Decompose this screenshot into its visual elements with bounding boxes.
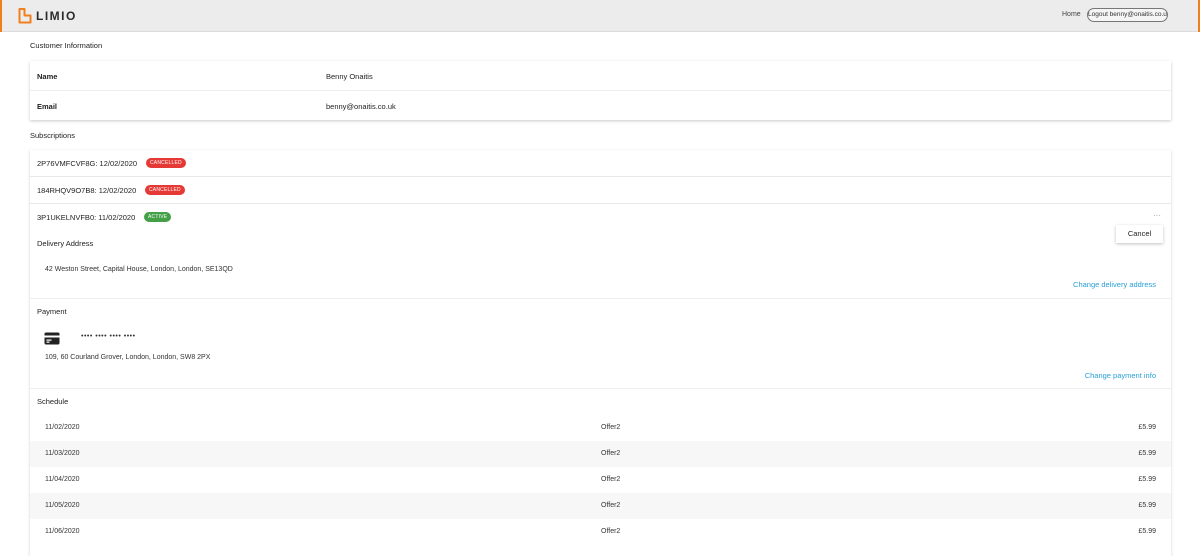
credit-card-icon <box>44 332 60 345</box>
subscription-id: 3P1UKELNVFB0: 11/02/2020 <box>37 213 136 222</box>
masked-card-number: •••• •••• •••• •••• <box>81 333 136 340</box>
schedule-offer: Offer2 <box>601 424 621 431</box>
customer-email-row: Email benny@onaitis.co.uk <box>30 91 1171 121</box>
status-badge-active: ACTIVE <box>144 212 172 222</box>
top-navigation-bar: LIMIO Home Logout benny@onaitis.co.uk <box>0 0 1200 32</box>
schedule-row: 11/04/2020 Offer2 £5.99 <box>30 467 1171 493</box>
cancel-subscription-button[interactable]: Cancel <box>1116 225 1163 243</box>
schedule-row: 11/05/2020 Offer2 £5.99 <box>30 493 1171 519</box>
schedule-offer: Offer2 <box>601 502 621 509</box>
schedule-offer: Offer2 <box>601 528 621 535</box>
schedule-date: 11/05/2020 <box>45 502 80 509</box>
subscription-row[interactable]: 2P76VMFCVF8G: 12/02/2020 CANCELLED <box>30 150 1171 177</box>
schedule-price: £5.99 <box>1138 450 1156 457</box>
change-payment-info-link[interactable]: Change payment info <box>1085 371 1156 380</box>
change-delivery-address-link[interactable]: Change delivery address <box>1073 280 1156 289</box>
payment-heading: Payment <box>37 307 67 316</box>
status-badge-cancelled: CANCELLED <box>145 185 185 195</box>
subscriptions-card: 2P76VMFCVF8G: 12/02/2020 CANCELLED 184RH… <box>30 150 1171 556</box>
name-label: Name <box>37 72 58 81</box>
customer-information-heading: Customer Information <box>30 41 103 50</box>
logo-text: LIMIO <box>36 9 77 23</box>
name-value: Benny Onaitis <box>326 72 373 81</box>
delivery-address-text: 42 Weston Street, Capital House, London,… <box>45 266 233 273</box>
email-label: Email <box>37 102 58 111</box>
nav-home-link[interactable]: Home <box>1062 11 1081 18</box>
subscription-id: 2P76VMFCVF8G: 12/02/2020 <box>37 159 138 168</box>
logout-button[interactable]: Logout benny@onaitis.co.uk <box>1087 8 1168 22</box>
email-value: benny@onaitis.co.uk <box>326 102 396 111</box>
accent-edge-left <box>0 0 2 32</box>
section-divider <box>30 298 1171 299</box>
subscription-row-active[interactable]: 3P1UKELNVFB0: 11/02/2020 ACTIVE ··· <box>30 204 1171 231</box>
schedule-date: 11/03/2020 <box>45 450 80 457</box>
schedule-date: 11/04/2020 <box>45 476 80 483</box>
schedule-date: 11/06/2020 <box>45 528 80 535</box>
subscription-row[interactable]: 184RHQV9O7B8: 12/02/2020 CANCELLED <box>30 177 1171 204</box>
subscription-id: 184RHQV9O7B8: 12/02/2020 <box>37 186 137 195</box>
status-badge-cancelled: CANCELLED <box>146 158 186 168</box>
subscriptions-heading: Subscriptions <box>30 131 76 140</box>
delivery-address-heading: Delivery Address <box>37 239 94 248</box>
schedule-price: £5.99 <box>1138 476 1156 483</box>
schedule-price: £5.99 <box>1138 528 1156 535</box>
schedule-date: 11/02/2020 <box>45 424 80 431</box>
customer-name-row: Name Benny Onaitis <box>30 61 1171 91</box>
schedule-price: £5.99 <box>1138 424 1156 431</box>
limio-logo-icon <box>18 8 32 24</box>
section-divider <box>30 388 1171 389</box>
schedule-heading: Schedule <box>37 397 69 406</box>
schedule-row: 11/06/2020 Offer2 £5.99 <box>30 519 1171 545</box>
schedule-price: £5.99 <box>1138 502 1156 509</box>
schedule-offer: Offer2 <box>601 476 621 483</box>
schedule-row: 11/02/2020 Offer2 £5.99 <box>30 415 1171 441</box>
limio-logo[interactable]: LIMIO <box>18 7 77 25</box>
schedule-offer: Offer2 <box>601 450 621 457</box>
customer-info-card: Name Benny Onaitis Email benny@onaitis.c… <box>30 61 1171 120</box>
more-dots-icon[interactable]: ··· <box>1153 211 1161 220</box>
billing-address-text: 109, 60 Courland Grover, London, London,… <box>45 354 211 361</box>
schedule-row: 11/03/2020 Offer2 £5.99 <box>30 441 1171 467</box>
